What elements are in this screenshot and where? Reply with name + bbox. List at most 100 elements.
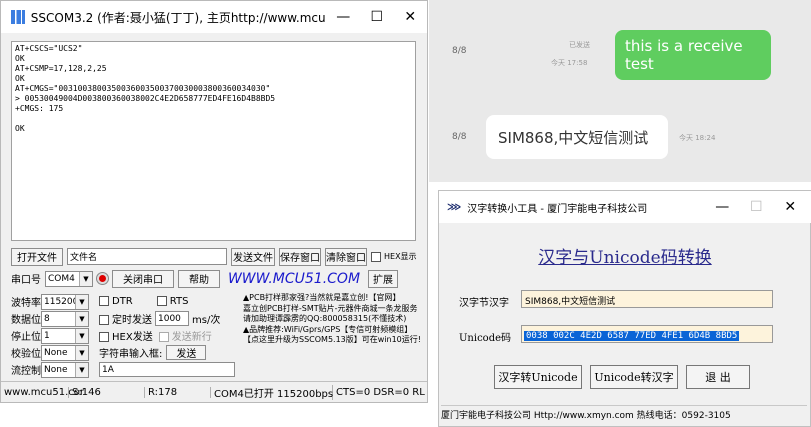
file-name-field[interactable]: 文件名: [67, 248, 227, 265]
message-date: 8/8: [452, 46, 467, 56]
status-lines: CTS=0 DSR=0 RL: [336, 387, 425, 398]
flow-value: None: [44, 364, 68, 375]
sms-chat-panel: 8/8 已发送 今天 17:58 this is a receive test …: [429, 0, 811, 182]
hanzi-label: 汉字节汉字: [459, 298, 509, 309]
baud-select[interactable]: 115200 ▼: [41, 293, 89, 310]
data-bits-select[interactable]: 8 ▼: [41, 310, 89, 327]
timed-send-checkbox[interactable]: 定时发送: [99, 311, 152, 326]
maximize-button[interactable]: ☐: [739, 199, 773, 215]
to-hanzi-button[interactable]: Unicode转汉字: [590, 365, 678, 389]
baud-value: 115200: [44, 296, 79, 307]
checkbox-icon: [371, 251, 381, 262]
save-window-button[interactable]: 保存窗口: [279, 247, 321, 266]
minimize-button[interactable]: —: [326, 9, 360, 25]
close-port-button[interactable]: 关闭串口: [112, 269, 174, 288]
interval-unit: ms/次: [192, 315, 221, 326]
unicode-value: 0038 002C 4E2D 6587 77ED 4FE1 6D4B 8BD5: [524, 331, 740, 341]
sscom-title-bar: SSCOM3.2 (作者:聂小猛(丁丁), 主页http://www.mcu51…: [1, 1, 427, 33]
send-button[interactable]: 发送: [166, 345, 207, 360]
window-title: 汉字转换小工具 - 厦门宇能电子科技公司: [467, 203, 648, 215]
open-file-button[interactable]: 打开文件: [11, 247, 63, 266]
to-unicode-button[interactable]: 汉字转Unicode: [494, 365, 582, 389]
data-bits-label: 数据位: [11, 315, 41, 326]
checkbox-icon: [99, 315, 109, 325]
exit-button[interactable]: 退 出: [686, 365, 750, 389]
hanzi-input[interactable]: SIM868,中文短信测试: [521, 290, 773, 308]
converter-title-bar: ⋙ 汉字转换小工具 - 厦门宇能电子科技公司 — ☐ ✕: [439, 191, 811, 223]
unicode-label: Unicode码: [459, 333, 512, 344]
message-time: 今天 18:24: [679, 134, 716, 142]
file-row: 打开文件 文件名 发送文件 保存窗口 清除窗口 HEX显示: [11, 247, 421, 266]
parity-value: None: [44, 347, 68, 358]
ad-line[interactable]: 嘉立创PCB打样-SMT贴片-元器件商城一条龙服务: [243, 304, 421, 315]
sscom-window: SSCOM3.2 (作者:聂小猛(丁丁), 主页http://www.mcu51…: [0, 0, 428, 403]
minimize-button[interactable]: —: [705, 199, 739, 215]
rts-label: RTS: [169, 296, 189, 307]
data-bits-value: 8: [44, 313, 50, 324]
chevron-down-icon: ▼: [75, 345, 88, 360]
port-value: COM4: [48, 273, 75, 284]
tool-heading: 汉字与Unicode码转换: [538, 248, 712, 268]
expand-button[interactable]: 扩展: [368, 269, 398, 288]
serial-settings: 波特率 115200 ▼ 数据位 8 ▼ 停止位 1 ▼ 校验位 None ▼ 流控制 None ▼: [11, 293, 101, 378]
baud-label: 波特率: [11, 298, 41, 309]
ad-line[interactable]: ▲PCB打样那家强?当然就是嘉立创!【官网】: [243, 293, 421, 304]
tool-footer: 厦门宇能电子科技公司 Http://www.xmyn.com 热线电话：0592…: [441, 405, 807, 423]
dtr-checkbox[interactable]: DTR: [99, 296, 133, 307]
chevron-down-icon: ▼: [79, 271, 92, 286]
unicode-input[interactable]: 0038 002C 4E2D 6587 77ED 4FE1 6D4B 8BD5: [521, 325, 773, 343]
stop-bits-label: 停止位: [11, 332, 41, 343]
rts-checkbox[interactable]: RTS: [156, 296, 189, 307]
send-input[interactable]: 1A: [99, 362, 235, 377]
hex-send-label: HEX发送: [112, 332, 153, 343]
interval-field[interactable]: 1000: [155, 311, 189, 326]
char-input-label: 字符串输入框:: [99, 349, 163, 360]
status-port: COM4已打开 115200bps: [211, 385, 333, 400]
help-button[interactable]: 帮助: [178, 269, 220, 288]
flow-select[interactable]: None ▼: [41, 361, 89, 378]
send-options: DTR RTS 定时发送 1000 ms/次 HEX发送 发送新行 字符串输入框…: [99, 293, 239, 378]
port-select[interactable]: COM4 ▼: [45, 270, 93, 287]
brand-link[interactable]: WWW.MCU51.COM: [224, 271, 364, 287]
status-received: R:178: [145, 387, 211, 398]
chevron-down-icon: ▼: [75, 362, 88, 377]
chevron-down-icon: ▼: [75, 328, 88, 343]
port-label: 串口号: [11, 275, 41, 286]
clear-window-button[interactable]: 清除窗口: [325, 247, 367, 266]
parity-select[interactable]: None ▼: [41, 344, 89, 361]
chevron-down-icon: ▼: [75, 294, 88, 309]
send-newline-checkbox[interactable]: 发送新行: [158, 328, 212, 343]
send-file-button[interactable]: 发送文件: [231, 247, 275, 266]
status-site: www.mcu51.cor: [1, 387, 84, 398]
status-sent: S:146: [69, 387, 145, 398]
window-title: SSCOM3.2 (作者:聂小猛(丁丁), 主页http://www.mcu51…: [30, 10, 327, 25]
parity-label: 校验位: [11, 349, 41, 360]
ad-line[interactable]: ▲品牌推荐:WiFi/Gprs/GPS【专信可射频模组】: [243, 325, 421, 336]
hex-display-checkbox[interactable]: HEX显示: [371, 251, 417, 262]
maximize-button[interactable]: ☐: [360, 9, 394, 25]
dtr-label: DTR: [112, 296, 133, 307]
hex-send-checkbox[interactable]: HEX发送: [99, 328, 153, 343]
settings-panel: 波特率 115200 ▼ 数据位 8 ▼ 停止位 1 ▼ 校验位 None ▼ 流控制 None ▼…: [11, 293, 421, 379]
ad-panel: ▲PCB打样那家强?当然就是嘉立创!【官网】 嘉立创PCB打样-SMT贴片-元器…: [243, 293, 421, 346]
ad-line[interactable]: 【点这里升级为SSCOM5.13版】可在win10运行!: [243, 335, 421, 346]
outgoing-message[interactable]: this is a receive test: [615, 30, 771, 80]
receive-area[interactable]: AT+CSCS="UCS2" OK AT+CSMP=17,128,2,25 OK…: [11, 41, 416, 241]
checkbox-icon: [99, 296, 109, 306]
checkbox-icon: [156, 296, 167, 306]
port-status-icon: [97, 273, 108, 284]
port-row: 串口号 COM4 ▼ 关闭串口 帮助 WWW.MCU51.COM 扩展: [11, 269, 421, 288]
stop-bits-select[interactable]: 1 ▼: [41, 327, 89, 344]
checkbox-icon: [99, 332, 109, 342]
close-button[interactable]: ✕: [773, 199, 807, 215]
message-time: 今天 17:58: [551, 59, 588, 67]
hex-display-label: HEX显示: [384, 252, 417, 261]
close-button[interactable]: ✕: [394, 9, 428, 25]
converter-window: ⋙ 汉字转换小工具 - 厦门宇能电子科技公司 — ☐ ✕ 汉字与Unicode码…: [438, 190, 811, 427]
message-date: 8/8: [452, 132, 467, 142]
status-bar: www.mcu51.cor S:146 R:178 COM4已打开 115200…: [1, 381, 427, 403]
ad-line[interactable]: 请加助理谭霹雳的QQ:800058315(不懂技术): [243, 314, 421, 325]
sent-label: 已发送: [569, 41, 590, 49]
incoming-message[interactable]: SIM868,中文短信测试: [486, 115, 668, 159]
app-icon: ⋙: [447, 201, 462, 213]
